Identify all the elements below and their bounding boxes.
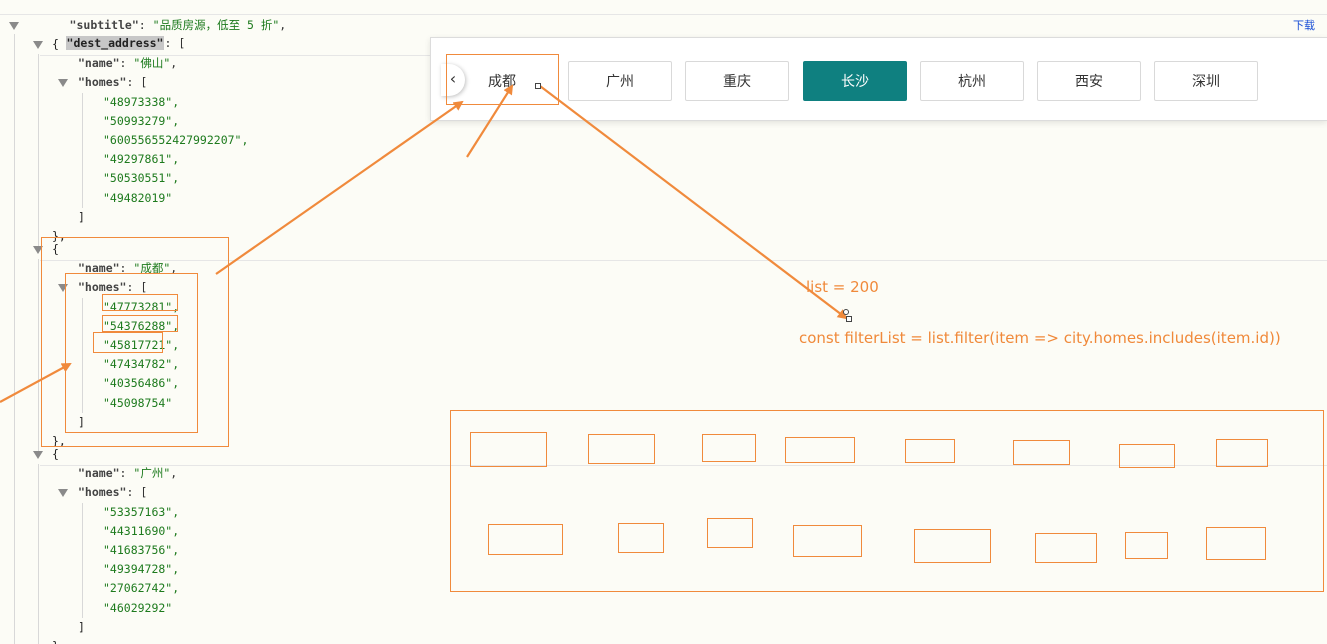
cursor-pointer	[843, 309, 849, 315]
arrow-object-to-tab	[215, 100, 464, 275]
cursor-handle	[535, 83, 541, 89]
cursor-handle-2	[846, 316, 852, 322]
annotation-arrows	[0, 84, 848, 403]
screen: "subtitle": "品质房源，低至 5 折", "dest_address…	[0, 0, 1327, 644]
arrow-to-homes	[0, 363, 72, 403]
arrow-to-tab-label	[466, 84, 514, 158]
arrow-tab-to-filter	[539, 85, 848, 320]
